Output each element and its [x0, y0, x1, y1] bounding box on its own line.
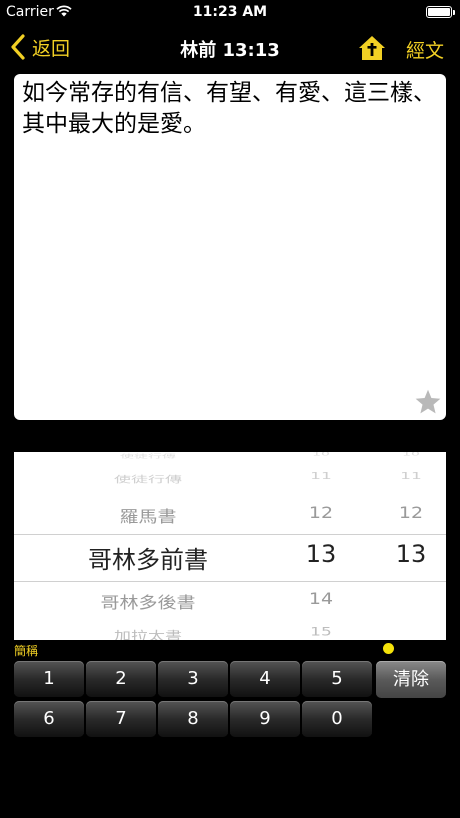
- chapter-option: 15: [310, 625, 332, 639]
- page-title: 林前 13:13: [180, 40, 280, 61]
- key-9[interactable]: 9: [230, 701, 300, 737]
- chapter-option: 10: [312, 452, 330, 457]
- indicator-dot: [383, 643, 394, 654]
- key-1[interactable]: 1: [14, 661, 84, 697]
- key-6[interactable]: 6: [14, 701, 84, 737]
- book-option: 使徒行傳: [120, 453, 176, 460]
- status-time: 11:23 AM: [192, 4, 268, 20]
- book-option: 哥林多後書: [100, 593, 196, 613]
- key-0[interactable]: 0: [302, 701, 372, 737]
- key-4[interactable]: 4: [230, 661, 300, 697]
- verse-option: 12: [398, 503, 424, 523]
- selection-divider-top: [14, 534, 446, 535]
- key-8[interactable]: 8: [158, 701, 228, 737]
- key-3[interactable]: 3: [158, 661, 228, 697]
- book-option: 加拉太書: [114, 629, 182, 640]
- chapter-option: 14: [308, 589, 334, 609]
- verse-text-view[interactable]: 如今常存的有信、有望、有愛、這三樣、其中最大的是愛。: [14, 74, 446, 420]
- chapter-option: 11: [310, 470, 332, 482]
- book-chapter-verse-picker[interactable]: 使徒行傳 使徒行傳 羅馬書 哥林多前書 哥林多後書 加拉太書 10 11 12 …: [14, 452, 446, 640]
- book-option: 羅馬書: [119, 507, 177, 527]
- selection-divider-bottom: [14, 581, 446, 582]
- verse-text: 如今常存的有信、有望、有愛、這三樣、其中最大的是愛。: [22, 80, 436, 137]
- verse-selected: 13: [395, 540, 427, 568]
- chapter-column[interactable]: 10 11 12 13 14 15: [282, 452, 360, 640]
- key-7[interactable]: 7: [86, 701, 156, 737]
- abbreviation-mode-label[interactable]: 簡稱: [14, 642, 38, 659]
- book-column[interactable]: 使徒行傳 使徒行傳 羅馬書 哥林多前書 哥林多後書 加拉太書: [14, 452, 282, 640]
- book-option: 使徒行傳: [114, 474, 182, 486]
- chapter-selected: 13: [305, 540, 337, 568]
- battery-icon: [426, 6, 455, 18]
- verse-option: 11: [400, 470, 422, 482]
- favorite-star-icon[interactable]: [414, 388, 442, 416]
- status-bar: Carrier 11:23 AM: [0, 0, 460, 24]
- verse-option: 10: [402, 452, 420, 457]
- verse-text-button[interactable]: 經文: [406, 36, 444, 63]
- verse-column[interactable]: 10 11 12 13: [376, 452, 446, 640]
- key-2[interactable]: 2: [86, 661, 156, 697]
- chapter-option: 12: [308, 503, 334, 523]
- navigation-bar: 返回 林前 13:13 經文: [0, 24, 460, 70]
- clear-button[interactable]: 清除: [376, 661, 446, 698]
- church-home-icon[interactable]: [358, 34, 386, 62]
- key-5[interactable]: 5: [302, 661, 372, 697]
- book-selected: 哥林多前書: [88, 546, 208, 574]
